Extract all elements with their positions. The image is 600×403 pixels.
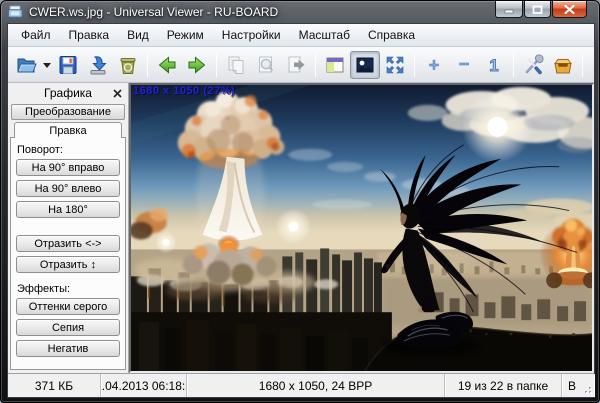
window-controls — [495, 1, 587, 18]
status-bar: 371 КБ 22.04.2013 06:18:53 1680 x 1050, … — [8, 373, 594, 397]
one-to-one-icon: 1 — [483, 54, 505, 76]
save-icon — [57, 54, 79, 76]
toolbar-separator — [513, 53, 514, 77]
toolbar-separator — [315, 53, 316, 77]
panel-header: Графика — [10, 84, 126, 102]
menu-zoom[interactable]: Масштаб — [290, 25, 359, 45]
minus-icon: − — [453, 54, 475, 76]
photo — [131, 85, 592, 371]
rotate-90-left-button[interactable]: На 90° влево — [16, 180, 120, 197]
recycle-bin-icon — [117, 54, 139, 76]
export-icon — [87, 54, 109, 76]
preview-button[interactable] — [251, 51, 281, 79]
back-button[interactable] — [152, 51, 182, 79]
menu-bar: Файл Правка Вид Режим Настройки Масштаб … — [8, 24, 594, 47]
image-icon — [354, 54, 376, 76]
doc-arrow-icon — [285, 54, 307, 76]
grayscale-button[interactable]: Оттенки серого — [16, 298, 120, 315]
svg-text:−: − — [459, 54, 470, 74]
minimize-icon — [504, 5, 514, 14]
window-title: CWER.ws.jpg - Universal Viewer - RU-BOAR… — [29, 5, 278, 19]
status-folder-position: 19 из 22 в папке — [445, 374, 562, 397]
zoom-out-button[interactable]: − — [449, 51, 479, 79]
flip-vertical-button[interactable]: Отразить ↕ — [16, 256, 120, 273]
edit-tab-content: Поворот: На 90° вправо На 90° влево На 1… — [10, 137, 126, 370]
delete-button[interactable] — [113, 51, 143, 79]
close-icon — [113, 89, 122, 98]
status-extra: В — [562, 374, 594, 397]
panel-close-button[interactable] — [110, 86, 124, 100]
effects-label: Эффекты: — [17, 283, 120, 295]
copy-icon — [225, 54, 247, 76]
actual-size-button[interactable]: 1 — [479, 51, 509, 79]
zoom-in-button[interactable]: + — [419, 51, 449, 79]
status-file-size: 371 КБ — [8, 374, 101, 397]
tools-button[interactable] — [518, 51, 548, 79]
forward-button[interactable] — [182, 51, 212, 79]
sepia-button[interactable]: Сепия — [16, 319, 120, 336]
move-button[interactable] — [281, 51, 311, 79]
rotate-label: Поворот: — [17, 144, 120, 156]
menu-file[interactable]: Файл — [12, 25, 60, 45]
app-icon — [8, 5, 23, 19]
menu-edit[interactable]: Правка — [60, 25, 119, 45]
magnifier-doc-icon — [255, 54, 277, 76]
app-window: CWER.ws.jpg - Universal Viewer - RU-BOAR… — [0, 0, 600, 403]
arrow-right-icon — [186, 54, 208, 76]
tab-transform[interactable]: Преобразование — [11, 104, 125, 120]
close-button[interactable] — [552, 1, 587, 18]
zoom-overlay-label: 1680 x 1050 (27%) — [133, 85, 235, 97]
plus-icon: + — [423, 54, 445, 76]
title-bar[interactable]: CWER.ws.jpg - Universal Viewer - RU-BOAR… — [1, 1, 599, 23]
rotate-90-right-button[interactable]: На 90° вправо — [16, 159, 120, 176]
plugins-button[interactable] — [548, 51, 578, 79]
close-icon — [564, 5, 575, 14]
toggle-sidebar-button[interactable] — [320, 51, 350, 79]
image-viewer[interactable]: 1680 x 1050 (27%) — [129, 83, 594, 373]
maximize-icon — [532, 5, 543, 14]
tab-edit[interactable]: Правка — [14, 122, 122, 138]
menu-mode[interactable]: Режим — [158, 25, 213, 45]
image-view-button[interactable] — [350, 51, 380, 79]
spacer — [16, 222, 120, 235]
menu-view[interactable]: Вид — [118, 25, 158, 45]
open-dropdown-button[interactable] — [41, 51, 53, 79]
box-icon — [552, 54, 574, 76]
arrow-left-icon — [156, 54, 178, 76]
svg-text:+: + — [429, 55, 440, 75]
menu-help[interactable]: Справка — [359, 25, 424, 45]
minimize-button[interactable] — [495, 1, 523, 18]
graphics-panel: Графика Преобразование Правка Поворот: Н… — [8, 83, 129, 373]
status-file-date: 22.04.2013 06:18:53 — [101, 374, 187, 397]
copy-button[interactable] — [221, 51, 251, 79]
panel-title: Графика — [44, 86, 92, 100]
svg-text:1: 1 — [489, 56, 498, 75]
toolbar-separator — [147, 53, 148, 77]
toolbar-separator — [216, 53, 217, 77]
rotate-180-button[interactable]: На 180° — [16, 201, 120, 218]
toolbar: + − 1 — [8, 47, 594, 83]
fullscreen-icon — [384, 54, 406, 76]
flip-horizontal-button[interactable]: Отразить <-> — [16, 235, 120, 252]
content-area: Графика Преобразование Правка Поворот: Н… — [8, 83, 594, 373]
chevron-down-icon — [43, 62, 51, 68]
resize-grip[interactable] — [581, 383, 593, 395]
window-body: Файл Правка Вид Режим Настройки Масштаб … — [7, 23, 595, 398]
status-image-info: 1680 x 1050, 24 BPP — [187, 374, 445, 397]
status-extra-text: В — [568, 379, 576, 393]
fullscreen-button[interactable] — [380, 51, 410, 79]
open-folder-icon — [15, 54, 37, 76]
toolbar-separator — [414, 53, 415, 77]
save-button[interactable] — [53, 51, 83, 79]
export-button[interactable] — [83, 51, 113, 79]
toolbar-separator — [582, 53, 583, 77]
menu-settings[interactable]: Настройки — [213, 25, 290, 45]
open-button[interactable] — [11, 51, 41, 79]
negative-button[interactable]: Негатив — [16, 340, 120, 357]
maximize-button[interactable] — [524, 1, 551, 18]
tools-icon — [522, 54, 544, 76]
sidebar-panel-icon — [324, 54, 346, 76]
